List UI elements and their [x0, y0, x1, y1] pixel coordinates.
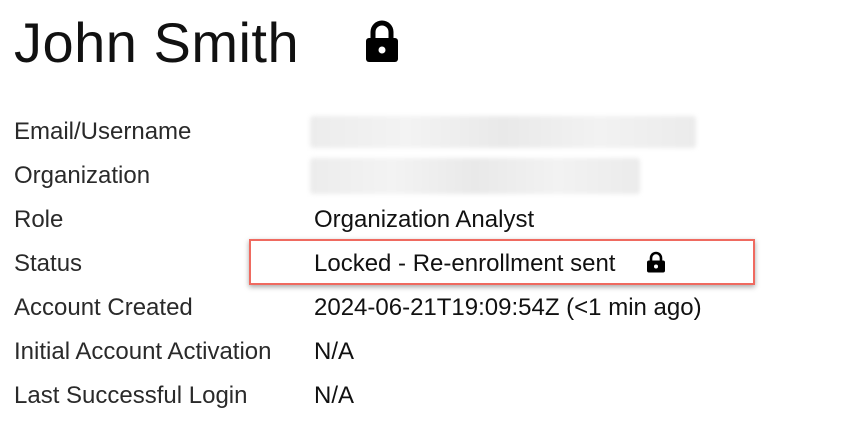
email-redacted-value: [310, 116, 696, 148]
user-name-title: John Smith: [14, 11, 300, 74]
organization-redacted-value: [310, 158, 640, 194]
lock-icon: [647, 251, 665, 273]
status-label: Status: [14, 250, 83, 277]
last-login-label: Last Successful Login: [14, 382, 248, 409]
initial-activation-value: N/A: [314, 338, 355, 365]
organization-label: Organization: [14, 162, 151, 189]
email-label: Email/Username: [14, 118, 192, 145]
last-login-value: N/A: [314, 382, 355, 409]
role-value: Organization Analyst: [314, 206, 535, 233]
role-label: Role: [14, 206, 64, 233]
initial-activation-label: Initial Account Activation: [14, 338, 272, 365]
account-created-label: Account Created: [14, 294, 193, 321]
status-value: Locked - Re-enrollment sent: [314, 250, 616, 277]
account-created-value: 2024-06-21T19:09:54Z (<1 min ago): [314, 294, 702, 321]
lock-icon: [366, 20, 398, 62]
